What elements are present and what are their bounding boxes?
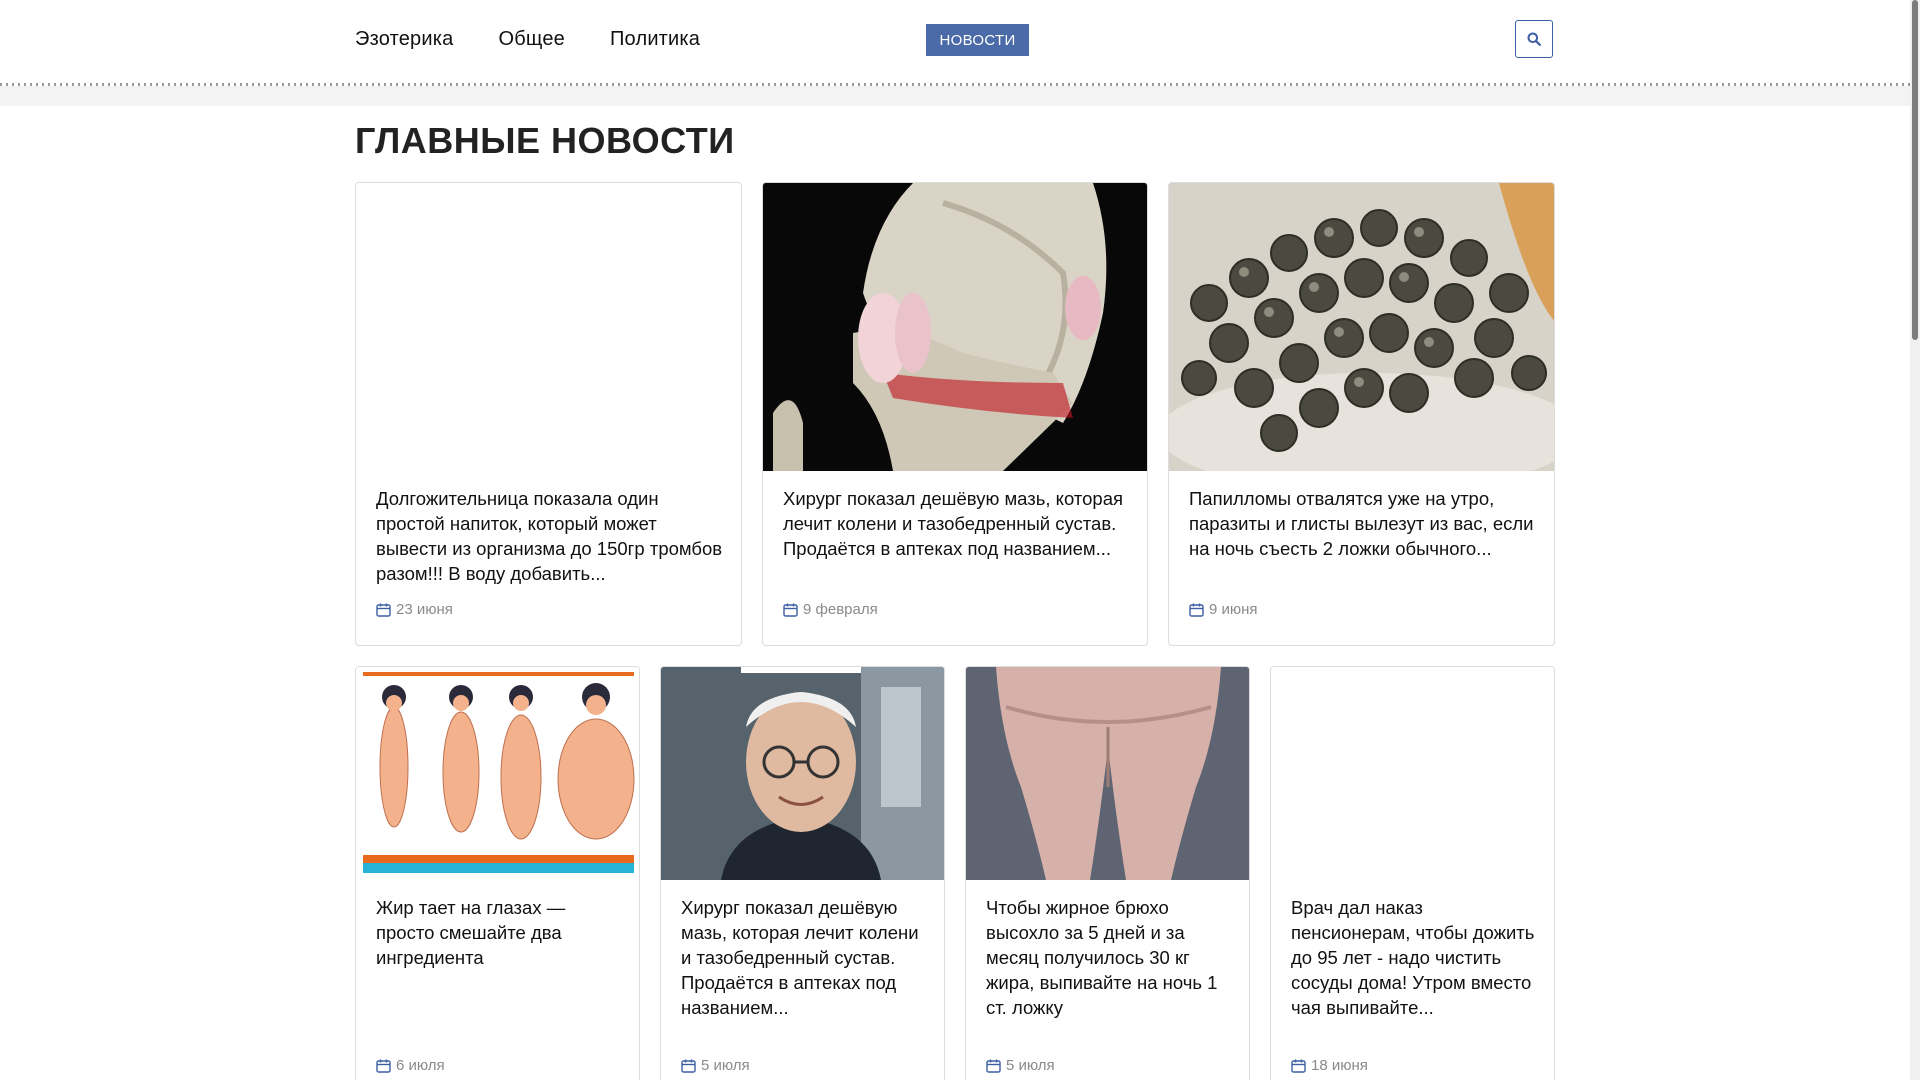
news-card[interactable]: Долгожительница показала один простой на… (355, 182, 742, 646)
calendar-icon (783, 603, 798, 617)
section-title: ГЛАВНЫЕ НОВОСТИ (355, 120, 735, 161)
card-title[interactable]: Чтобы жирное брюхо высохло за 5 дней и з… (986, 895, 1231, 1020)
news-card[interactable]: Жир тает на глазах — просто смешайте два… (355, 666, 640, 1080)
card-date-text: 18 июня (1311, 1057, 1368, 1074)
calendar-icon (986, 1059, 1001, 1073)
card-image-empty (1271, 667, 1554, 880)
nav-item-politics[interactable]: Политика (610, 28, 700, 51)
card-image-empty (356, 183, 741, 471)
card-date: 9 июня (1189, 601, 1258, 618)
card-title[interactable]: Хирург показал дешёвую мазь, которая леч… (783, 486, 1129, 561)
card-image-caviar (1169, 183, 1554, 471)
card-date: 18 июня (1291, 1057, 1368, 1074)
header-band (0, 86, 1910, 106)
news-button[interactable]: НОВОСТИ (926, 24, 1029, 56)
card-date-text: 9 июня (1209, 601, 1258, 618)
card-date-text: 5 июля (1006, 1057, 1055, 1074)
card-image-knee (763, 183, 1147, 471)
card-date-text: 5 июля (701, 1057, 750, 1074)
card-date-text: 6 июля (396, 1057, 445, 1074)
card-title[interactable]: Папилломы отвалятся уже на утро, паразит… (1189, 486, 1536, 561)
news-card[interactable]: Хирург показал дешёвую мазь, которая леч… (660, 666, 945, 1080)
card-date: 5 июля (681, 1057, 750, 1074)
search-icon (1527, 32, 1541, 46)
calendar-icon (376, 603, 391, 617)
card-date-text: 23 июня (396, 601, 453, 618)
calendar-icon (1291, 1059, 1306, 1073)
card-image-figures (356, 667, 639, 880)
search-button[interactable] (1515, 20, 1553, 58)
calendar-icon (1189, 603, 1204, 617)
card-title[interactable]: Жир тает на глазах — просто смешайте два… (376, 895, 621, 970)
news-card[interactable]: Врач дал наказ пенсионерам, чтобы дожить… (1270, 666, 1555, 1080)
card-image-legs (966, 667, 1249, 880)
nav-item-esoterics[interactable]: Эзотерика (355, 28, 453, 51)
card-image-old-man (661, 667, 944, 880)
scrollbar-thumb[interactable] (1912, 0, 1918, 340)
scrollbar[interactable] (1910, 0, 1920, 1080)
page: Эзотерика Общее Политика НОВОСТИ ГЛАВНЫЕ… (0, 0, 1910, 1080)
nav-item-general[interactable]: Общее (498, 28, 565, 51)
calendar-icon (376, 1059, 391, 1073)
card-date: 5 июля (986, 1057, 1055, 1074)
main-nav: Эзотерика Общее Политика (355, 28, 700, 51)
card-title[interactable]: Врач дал наказ пенсионерам, чтобы дожить… (1291, 895, 1536, 1020)
card-date-text: 9 февраля (803, 601, 878, 618)
card-date: 9 февраля (783, 601, 878, 618)
card-date: 6 июля (376, 1057, 445, 1074)
news-card[interactable]: Папилломы отвалятся уже на утро, паразит… (1168, 182, 1555, 646)
site-header: Эзотерика Общее Политика НОВОСТИ (0, 0, 1910, 86)
news-card[interactable]: Чтобы жирное брюхо высохло за 5 дней и з… (965, 666, 1250, 1080)
calendar-icon (681, 1059, 696, 1073)
card-title[interactable]: Долгожительница показала один простой на… (376, 486, 723, 586)
card-title[interactable]: Хирург показал дешёвую мазь, которая леч… (681, 895, 926, 1020)
news-card[interactable]: Хирург показал дешёвую мазь, которая леч… (762, 182, 1148, 646)
card-date: 23 июня (376, 601, 453, 618)
